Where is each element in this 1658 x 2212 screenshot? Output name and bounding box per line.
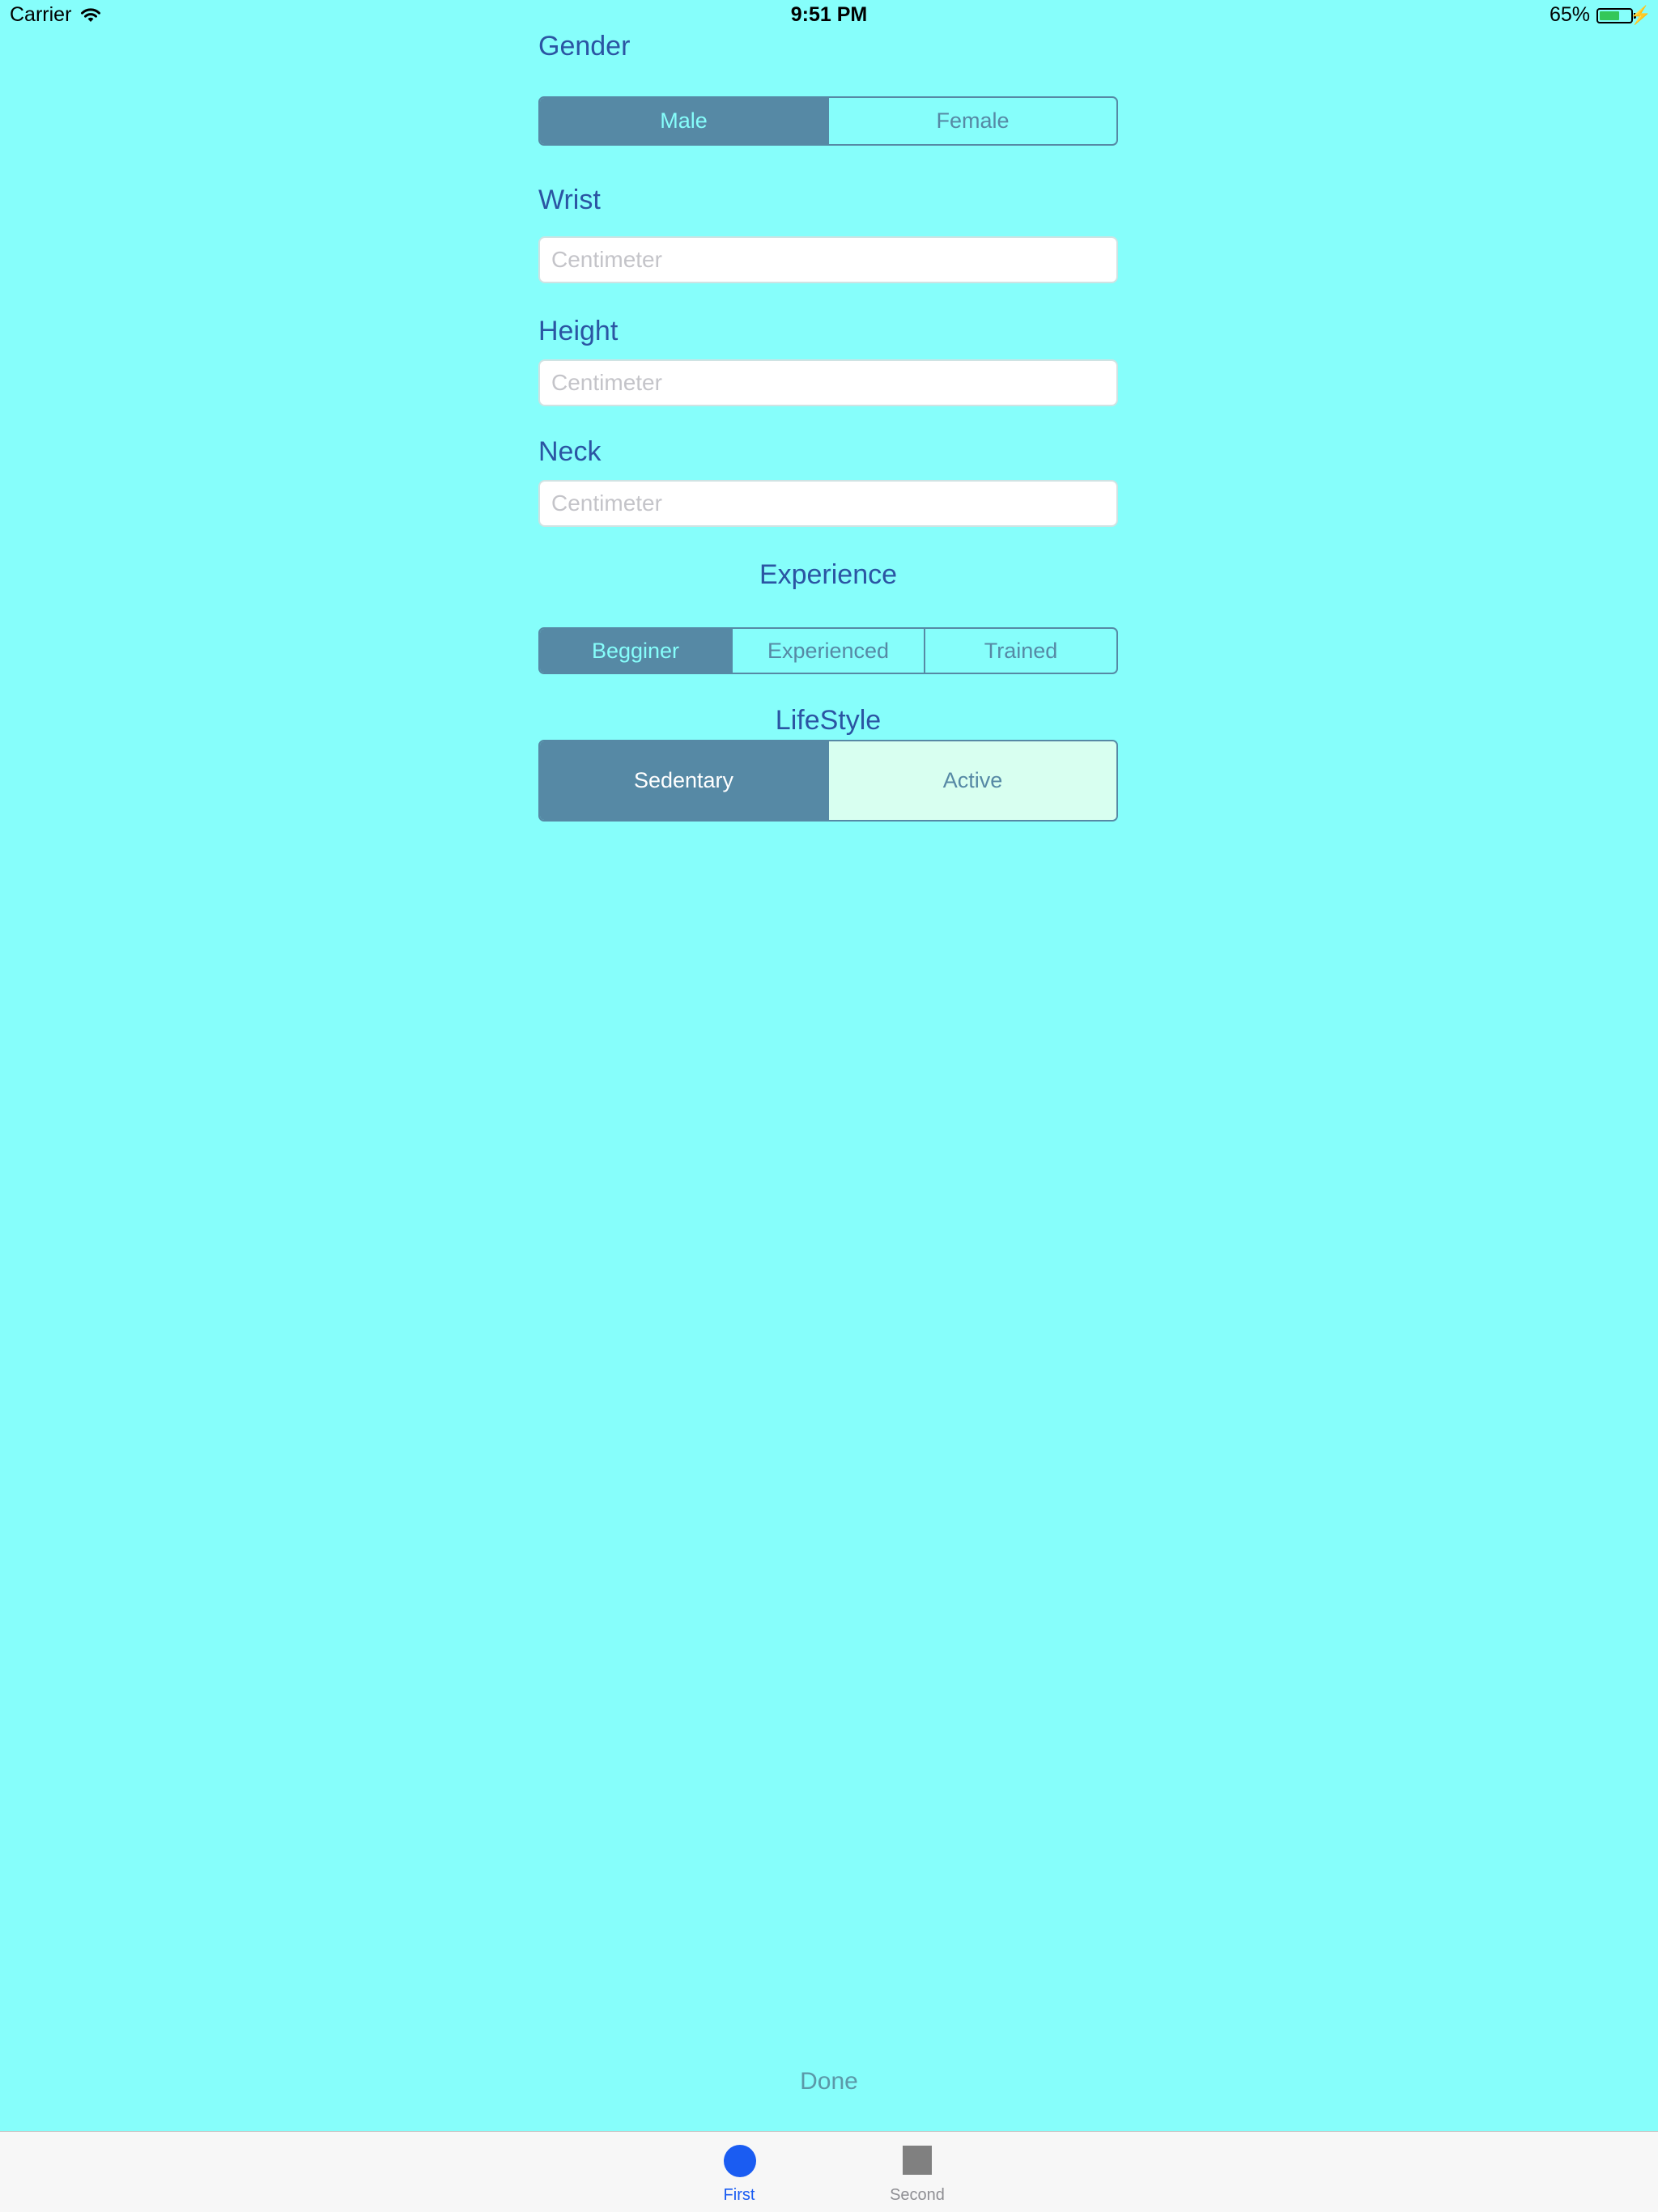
wrist-label: Wrist: [538, 185, 601, 215]
height-label: Height: [538, 316, 619, 346]
tab-second[interactable]: Second: [848, 2132, 986, 2212]
experience-segmented-control: Begginer Experienced Trained: [538, 627, 1118, 674]
done-button[interactable]: Done: [0, 2068, 1658, 2095]
battery-icon: [1596, 8, 1636, 23]
gender-label: Gender: [538, 31, 631, 62]
gender-option-female[interactable]: Female: [827, 98, 1116, 144]
height-input[interactable]: [538, 359, 1118, 406]
gender-option-male[interactable]: Male: [540, 98, 827, 144]
tab-first-label: First: [723, 2186, 755, 2204]
experience-option-trained[interactable]: Trained: [924, 629, 1116, 673]
experience-label: Experience: [759, 559, 898, 590]
gender-segmented-control: Male Female: [538, 96, 1118, 146]
experience-option-experienced[interactable]: Experienced: [731, 629, 924, 673]
neck-input[interactable]: [538, 480, 1118, 527]
lifestyle-label: LifeStyle: [775, 705, 882, 736]
neck-label: Neck: [538, 436, 602, 467]
lifestyle-option-sedentary[interactable]: Sedentary: [540, 741, 827, 820]
battery-percent: 65%: [1549, 3, 1590, 26]
tab-first[interactable]: First: [670, 2132, 808, 2212]
lifestyle-segmented-control: Sedentary Active: [538, 740, 1118, 822]
status-time: 9:51 PM: [790, 3, 868, 26]
status-bar: Carrier 9:51 PM 65% ⚡: [0, 0, 1658, 32]
square-icon: [903, 2146, 932, 2175]
tab-second-label: Second: [890, 2186, 945, 2204]
lifestyle-option-active[interactable]: Active: [827, 741, 1116, 820]
tab-bar: First Second: [0, 2131, 1658, 2212]
circle-icon: [724, 2145, 756, 2177]
charging-bolt-icon: ⚡: [1629, 5, 1652, 25]
wrist-input[interactable]: [538, 236, 1118, 283]
experience-option-begginer[interactable]: Begginer: [540, 629, 731, 673]
battery-fill: [1600, 11, 1619, 20]
